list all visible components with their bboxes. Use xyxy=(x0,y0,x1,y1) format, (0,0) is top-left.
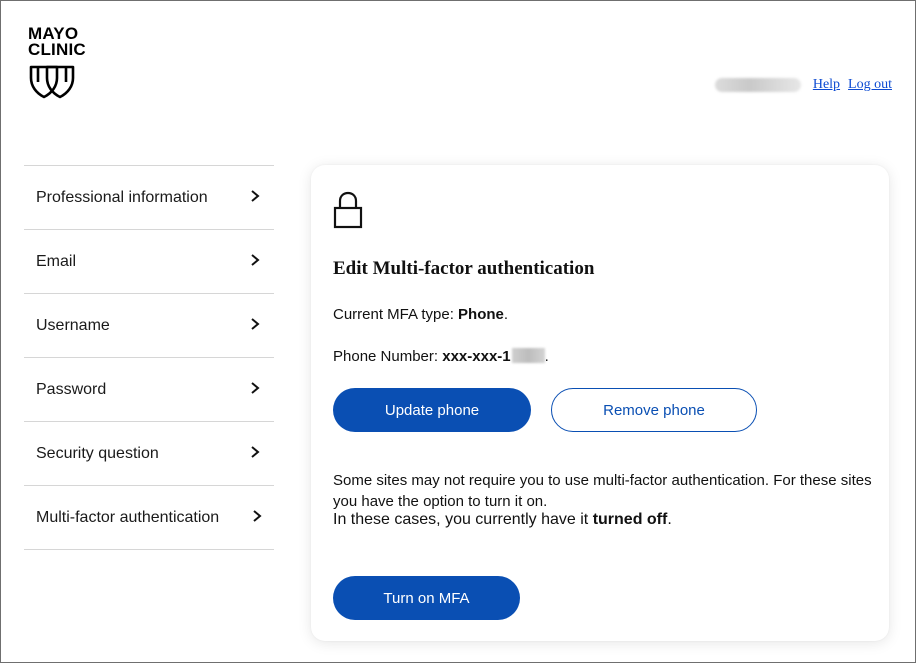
phone-number-line: Phone Number: xxx-xxx-1. xyxy=(333,348,549,365)
logo-text: MAYO CLINIC xyxy=(28,25,86,59)
help-link[interactable]: Help xyxy=(813,77,840,93)
sidebar-nav: Professional information Email Username … xyxy=(24,165,274,550)
status-value: turned off xyxy=(592,511,668,528)
phone-suffix: . xyxy=(544,348,549,365)
chevron-right-icon xyxy=(248,445,262,463)
chevron-right-icon xyxy=(248,189,262,207)
page-frame: MAYO CLINIC Help Log out Professional in… xyxy=(0,0,916,663)
logout-link[interactable]: Log out xyxy=(848,77,892,93)
mfa-type-prefix: Current MFA type: xyxy=(333,306,459,323)
sidebar-item-label: Multi-factor authentication xyxy=(36,508,220,526)
chevron-right-icon xyxy=(250,509,264,527)
mfa-card: Edit Multi-factor authentication Current… xyxy=(311,165,889,641)
mayo-clinic-logo[interactable]: MAYO CLINIC xyxy=(28,25,86,105)
sidebar-item-professional-information[interactable]: Professional information xyxy=(24,166,274,230)
status-suffix: . xyxy=(667,511,672,528)
mfa-status-line: In these cases, you currently have it tu… xyxy=(333,511,672,529)
user-name-redacted xyxy=(714,78,801,92)
sidebar-item-security-question[interactable]: Security question xyxy=(24,422,274,486)
remove-phone-button[interactable]: Remove phone xyxy=(551,388,757,432)
sidebar-item-label: Email xyxy=(36,252,77,270)
phone-value: xxx-xxx-1 xyxy=(442,348,511,365)
mfa-type-value: Phone xyxy=(458,306,504,323)
logo-line-2: CLINIC xyxy=(28,40,86,59)
sidebar-item-label: Username xyxy=(36,316,110,334)
header-user-area: Help Log out xyxy=(714,77,892,93)
sidebar-item-label: Professional information xyxy=(36,188,208,206)
chevron-right-icon xyxy=(248,317,262,335)
turn-on-mfa-button[interactable]: Turn on MFA xyxy=(333,576,520,620)
sidebar-item-username[interactable]: Username xyxy=(24,294,274,358)
sidebar-item-label: Security question xyxy=(36,444,159,462)
current-mfa-type: Current MFA type: Phone. xyxy=(333,306,508,323)
update-phone-button[interactable]: Update phone xyxy=(333,388,531,432)
mfa-type-suffix: . xyxy=(503,306,509,323)
sidebar-item-multi-factor-authentication[interactable]: Multi-factor authentication xyxy=(24,486,274,550)
sidebar-item-email[interactable]: Email xyxy=(24,230,274,294)
card-title: Edit Multi-factor authentication xyxy=(333,258,595,279)
mfa-info-text: Some sites may not require you to use mu… xyxy=(333,472,872,510)
status-prefix: In these cases, you currently have it xyxy=(333,511,593,528)
chevron-right-icon xyxy=(248,253,262,271)
sidebar-item-password[interactable]: Password xyxy=(24,358,274,422)
sidebar-item-label: Password xyxy=(36,380,107,398)
phone-digits-redacted xyxy=(511,348,545,363)
chevron-right-icon xyxy=(248,381,262,399)
shields-icon xyxy=(28,64,86,105)
lock-icon xyxy=(333,191,363,234)
phone-prefix: Phone Number: xyxy=(333,348,443,365)
